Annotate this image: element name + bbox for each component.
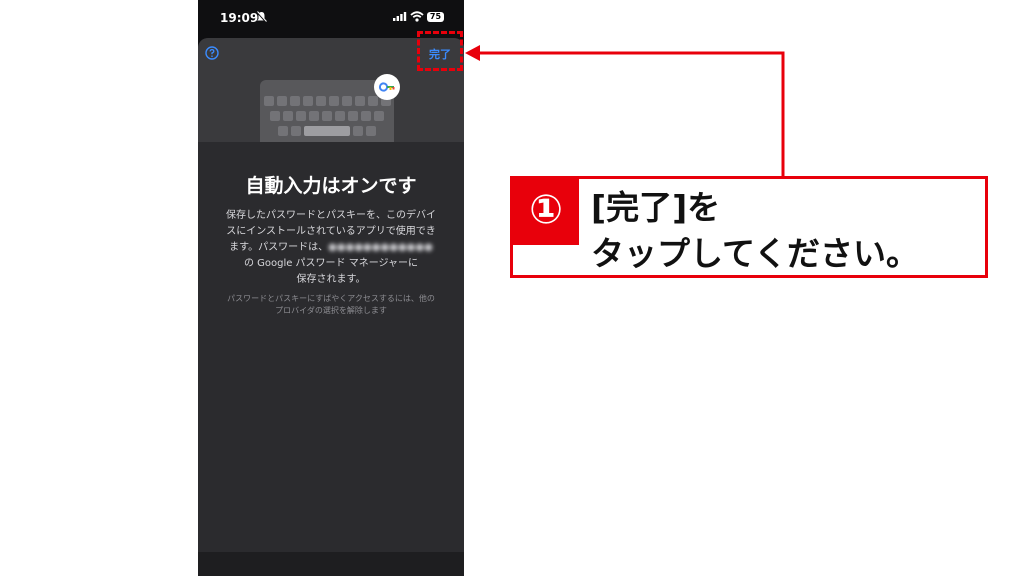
instruction-line: タップしてください。	[591, 234, 920, 273]
sheet-title: 自動入力はオンです	[245, 175, 417, 197]
instruction-line: [完了]を	[591, 188, 721, 227]
description-line: スにインストールされているアプリで使用でき	[226, 226, 436, 237]
autofill-sheet: 完了 自動入力はオンです 保存したパスワードとパスキーを、このデバイ スにインス…	[198, 38, 464, 576]
wifi-icon	[410, 11, 424, 22]
done-highlight-box	[417, 31, 463, 71]
description-line: ます。パスワードは、●●●●●●●●●●●●	[214, 240, 448, 256]
signal-icon	[393, 12, 407, 21]
description-line: の Google パスワード マネージャーに	[243, 258, 419, 269]
key-icon	[374, 74, 400, 100]
step-number: ①	[513, 179, 579, 245]
status-bar: 19:09 75	[198, 0, 464, 34]
status-time: 19:09	[220, 11, 259, 25]
description-line: 保存したパスワードとパスキーを、このデバイ	[226, 210, 436, 221]
description-text: ます。パスワードは、	[229, 242, 329, 253]
callout-arrow	[465, 45, 785, 176]
battery-indicator: 75	[427, 12, 444, 22]
instruction-callout: ① [完了]を タップしてください。	[510, 176, 988, 278]
home-indicator-area	[198, 552, 464, 576]
description-line: 保存されます。	[296, 274, 366, 285]
note-line: パスワードとパスキーにすばやくアクセスするには、他の	[227, 294, 435, 303]
note-line: プロバイダの選択を解除します	[275, 306, 387, 315]
bell-slash-icon	[256, 11, 267, 23]
phone-screen: 19:09 75 完了 自動入力はオンです 保存したパスワードとパスキーを、この…	[198, 0, 464, 576]
blurred-account: ●●●●●●●●●●●●	[328, 242, 433, 253]
help-icon[interactable]	[205, 46, 219, 60]
provider-note: パスワードとパスキーにすばやくアクセスするには、他の プロバイダの選択を解除しま…	[216, 293, 446, 317]
sheet-description: 保存したパスワードとパスキーを、このデバイ スにインストールされているアプリで使…	[214, 208, 448, 288]
